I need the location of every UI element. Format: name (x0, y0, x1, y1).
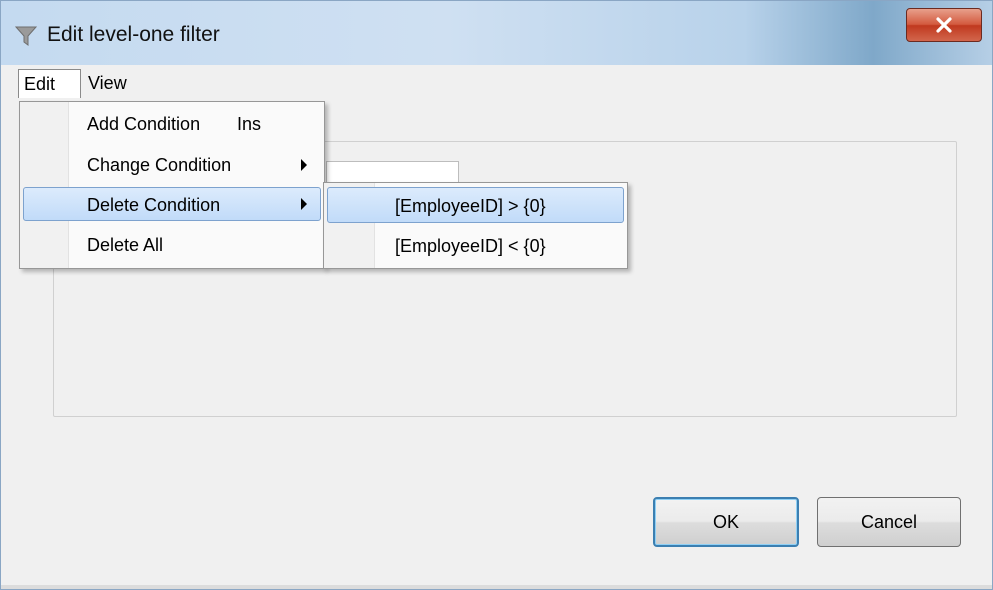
menu-item-label: Change Condition (87, 155, 232, 175)
menu-item-delete-condition[interactable]: Delete Condition (23, 187, 321, 221)
menu-bar: Edit View (1, 65, 992, 101)
menu-item-delete-all[interactable]: Delete All (23, 228, 321, 262)
menu-view[interactable]: View (83, 69, 132, 98)
cancel-button[interactable]: Cancel (817, 497, 961, 547)
window-bottom-edge (1, 585, 992, 589)
submenu-arrow-icon (301, 198, 307, 210)
submenu-item-label: [EmployeeID] > {0} (395, 196, 546, 216)
close-button[interactable] (906, 8, 982, 42)
delete-condition-submenu: [EmployeeID] > {0} [EmployeeID] < {0} (323, 182, 628, 269)
menu-item-label: Add Condition (87, 114, 201, 134)
menu-item-change-condition[interactable]: Change Condition (23, 148, 321, 182)
close-x-icon (936, 17, 952, 33)
submenu-item-condition[interactable]: [EmployeeID] < {0} (327, 228, 624, 264)
menu-item-label: Delete Condition (87, 195, 221, 215)
menu-item-add-condition[interactable]: Add Condition Ins (23, 107, 321, 141)
submenu-item-condition[interactable]: [EmployeeID] > {0} (327, 187, 624, 223)
filter-funnel-icon (14, 25, 38, 47)
window-title: Edit level-one filter (47, 23, 220, 46)
ok-button[interactable]: OK (653, 497, 799, 547)
submenu-item-label: [EmployeeID] < {0} (395, 236, 546, 256)
edit-menu-dropdown: Add Condition Ins Change Condition Delet… (19, 101, 325, 269)
menu-edit[interactable]: Edit (18, 69, 81, 98)
title-bar[interactable]: Edit level-one filter (1, 1, 992, 65)
edit-filter-dialog: Edit level-one filter Edit View Add Cond… (0, 0, 993, 590)
menu-item-shortcut: Ins (237, 114, 262, 134)
submenu-arrow-icon (301, 159, 307, 171)
menu-item-label: Delete All (87, 235, 164, 255)
